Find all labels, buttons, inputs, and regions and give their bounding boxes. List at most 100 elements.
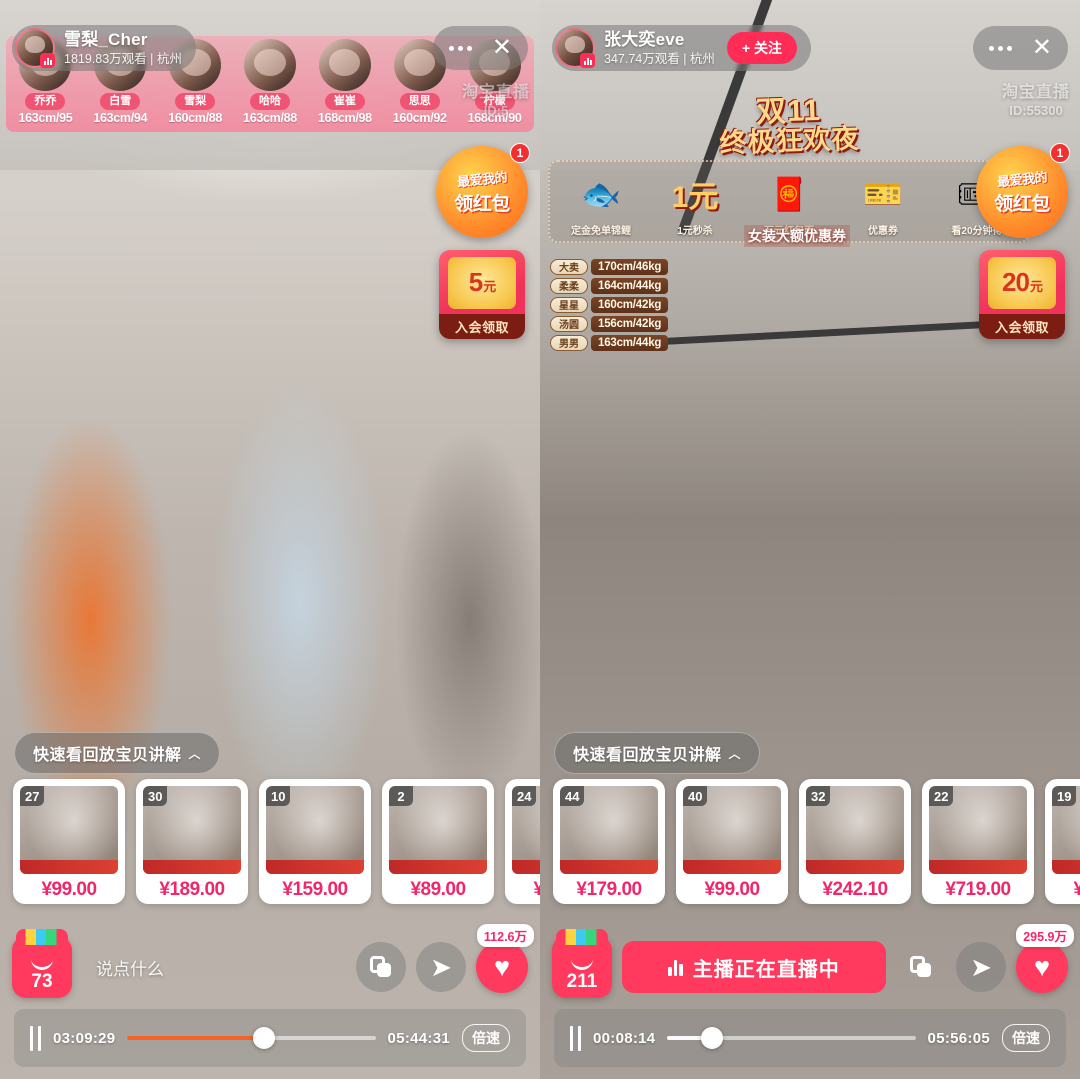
- membership-coupon-card[interactable]: 5元 入会领取: [439, 250, 525, 339]
- seek-track[interactable]: [667, 1027, 916, 1049]
- festival-item[interactable]: 1元 1元秒杀: [650, 168, 739, 237]
- replay-explain-button[interactable]: 快速看回放宝贝讲解 ︿: [554, 732, 761, 774]
- table-row[interactable]: 大卖 170cm/46kg: [550, 258, 669, 275]
- replay-explain-button[interactable]: 快速看回放宝贝讲解 ︿: [14, 732, 221, 774]
- cart-button[interactable]: 73: [12, 929, 72, 998]
- product-price: ¥484.0: [533, 879, 540, 900]
- promo-column: 1 最爱我的 领红包 20元 入会领取: [976, 143, 1070, 339]
- product-thumbnail: 19: [1052, 786, 1080, 874]
- product-rail[interactable]: 44 ¥179.00 40 ¥99.00 32 ¥242.10 22 ¥719.…: [540, 779, 1080, 924]
- product-number: 22: [929, 786, 954, 806]
- avatar[interactable]: [15, 28, 55, 68]
- product-card[interactable]: 44 ¥179.00: [553, 779, 665, 904]
- product-price: ¥99.00: [704, 879, 760, 900]
- product-thumbnail: 10: [266, 786, 364, 874]
- redpacket-rain-icon: 🧧: [769, 176, 809, 213]
- like-button[interactable]: ♥: [1016, 941, 1068, 993]
- product-card[interactable]: 32 ¥242.10: [799, 779, 911, 904]
- anchor-text: 雪梨_Cher 1819.83万观看 | 杭州: [64, 30, 182, 66]
- seek-handle[interactable]: [701, 1027, 724, 1049]
- share-button[interactable]: ➤: [956, 942, 1006, 992]
- table-row[interactable]: 柔柔 164cm/44kg: [550, 277, 669, 294]
- model-name: 星星: [550, 296, 588, 313]
- product-thumbnail: 24: [512, 786, 540, 874]
- like-area: 112.6万 ♥: [476, 924, 534, 993]
- coupon-value: 5: [468, 266, 484, 297]
- anchor-info-pill[interactable]: 雪梨_Cher 1819.83万观看 | 杭州: [12, 25, 196, 71]
- share-icon: ➤: [970, 952, 992, 982]
- product-thumbnail: 22: [929, 786, 1027, 874]
- model-name: 柔柔: [550, 277, 588, 294]
- model-name: 哈哈: [250, 93, 290, 110]
- product-card[interactable]: 10 ¥159.00: [259, 779, 371, 904]
- copy-icon: [370, 956, 392, 978]
- bottom-action-bar: 211 主播正在直播中 ➤ 295.9万 ♥: [540, 924, 1080, 1007]
- redpacket-line1: 最爱我的: [456, 168, 508, 190]
- product-number: 2: [389, 786, 413, 806]
- festival-title-line1: 双11: [755, 93, 822, 130]
- product-card[interactable]: 22 ¥719.00: [922, 779, 1034, 904]
- share-button[interactable]: ➤: [416, 942, 466, 992]
- seek-track[interactable]: [127, 1027, 376, 1049]
- seek-handle[interactable]: [252, 1027, 275, 1049]
- festival-item[interactable]: 🎫 优惠券: [838, 168, 927, 237]
- product-thumbnail: 32: [806, 786, 904, 874]
- redpacket-button[interactable]: 1 最爱我的 领红包: [436, 143, 530, 238]
- playback-speed-button[interactable]: 倍速: [1002, 1024, 1050, 1052]
- model-size: 163cm/44kg: [591, 334, 669, 351]
- festival-items-box: 🐟 定金免单锦鲤 1元 1元秒杀 🧧 万元红包雨 🎫 优惠券 🎟 看: [548, 160, 1030, 248]
- watermark-id: ID:5: [483, 103, 509, 118]
- product-card[interactable]: 30 ¥189.00: [136, 779, 248, 904]
- model-name: 男男: [550, 334, 588, 351]
- table-row[interactable]: 星星 160cm/42kg: [550, 296, 669, 313]
- chevron-up-icon: ︿: [188, 746, 202, 761]
- festival-item[interactable]: 🐟 定金免单锦鲤: [556, 168, 645, 237]
- product-card[interactable]: 40 ¥99.00: [676, 779, 788, 904]
- more-options-icon[interactable]: [988, 45, 1012, 51]
- anchor-stats: 1819.83万观看 | 杭州: [64, 51, 182, 66]
- livestream-screen-left: 乔乔 163cm/95 白雪 163cm/94 雪梨 160cm/88 哈哈 1…: [0, 0, 540, 1079]
- close-icon[interactable]: ✕: [492, 36, 512, 60]
- live-now-button[interactable]: 主播正在直播中: [622, 941, 886, 993]
- product-number: 40: [683, 786, 708, 806]
- playback-speed-button[interactable]: 倍速: [462, 1024, 510, 1052]
- redpacket-line2: 领红包: [454, 193, 510, 215]
- model-size: 163cm/94: [93, 111, 148, 125]
- replay-explain-label: 快速看回放宝贝讲解: [573, 747, 722, 764]
- product-card[interactable]: 24 ¥484.0: [505, 779, 540, 904]
- comment-input[interactable]: 说点什么: [82, 955, 346, 980]
- model-size: 163cm/88: [243, 111, 297, 125]
- avatar[interactable]: [555, 28, 595, 68]
- copy-button[interactable]: [896, 942, 946, 992]
- copy-button[interactable]: [356, 942, 406, 992]
- close-icon[interactable]: ✕: [1032, 36, 1052, 60]
- festival-banner[interactable]: 双11 终极狂欢夜 🐟 定金免单锦鲤 1元 1元秒杀 🧧 万元红包雨 🎫 优惠券…: [548, 94, 1030, 248]
- product-card[interactable]: 27 ¥99.00: [13, 779, 125, 904]
- product-card[interactable]: 2 ¥89.00: [382, 779, 494, 904]
- like-button[interactable]: ♥: [476, 941, 528, 993]
- product-rail[interactable]: 27 ¥99.00 30 ¥189.00 10 ¥159.00 2 ¥89.00…: [0, 779, 540, 924]
- coupon-unit: 元: [483, 278, 496, 294]
- membership-coupon-card[interactable]: 20元 入会领取: [979, 250, 1065, 339]
- product-price: ¥197.1: [1073, 879, 1080, 900]
- coupon-action-label: 入会领取: [439, 314, 525, 339]
- watermark: 淘宝直播 ID:5: [462, 78, 530, 118]
- like-count: 295.9万: [1016, 924, 1074, 947]
- cart-button[interactable]: 211: [552, 929, 612, 998]
- current-time: 00:08:14: [593, 1029, 656, 1047]
- pause-button[interactable]: [570, 1025, 581, 1051]
- video-progress-bar: 03:09:29 05:44:31 倍速: [14, 1009, 526, 1067]
- anchor-info-pill[interactable]: 张大奕eve 347.74万观看 | 杭州 + 关注: [552, 25, 812, 71]
- heart-icon: ♥: [1033, 951, 1051, 982]
- pause-button[interactable]: [30, 1025, 41, 1051]
- table-row[interactable]: 汤圆 156cm/42kg: [550, 315, 669, 332]
- product-card[interactable]: 19 ¥197.1: [1045, 779, 1080, 904]
- more-options-icon[interactable]: [448, 45, 472, 51]
- follow-button[interactable]: + 关注: [726, 32, 798, 64]
- product-price: ¥719.00: [945, 879, 1011, 900]
- anchor-stats: 347.74万观看 | 杭州: [604, 51, 715, 66]
- table-row[interactable]: 男男 163cm/44kg: [550, 334, 669, 351]
- model-size: 163cm/95: [18, 111, 73, 125]
- redpacket-button[interactable]: 1 最爱我的 领红包: [976, 143, 1070, 238]
- model-name: 汤圆: [550, 315, 588, 332]
